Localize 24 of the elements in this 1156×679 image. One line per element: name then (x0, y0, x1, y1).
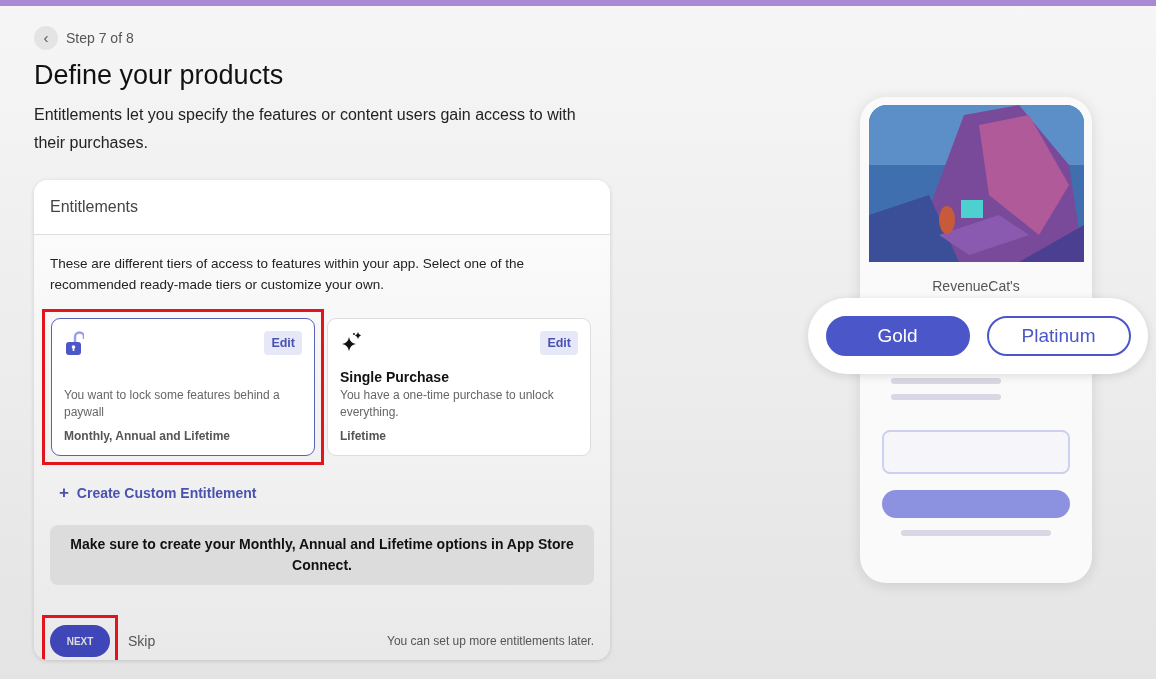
tier-pill[interactable]: Platinum (986, 316, 1131, 356)
page-subtitle: Entitlements let you specify the features or content users gain access to with their purchases. (34, 105, 577, 153)
tier-description: You have a one-time purchase to unlock everything. (340, 387, 555, 421)
intro-text: These are different tiers of access to features within your app. Select one of the recommended ready-made tiers or customize your own. (50, 255, 526, 294)
tier-products: Lifetime (340, 429, 387, 443)
footnote-text: You can set up more entitlements later. (387, 634, 594, 648)
back-button[interactable]: ‹ (34, 26, 58, 50)
next-button[interactable]: NEXT (50, 625, 110, 657)
edit-button[interactable]: Edit (264, 331, 302, 355)
tier-pill[interactable]: Gold (825, 316, 970, 356)
tier-card[interactable]: Edit Single Purchase You have a one-time purchase to unlock everything. Lifetime (327, 318, 591, 456)
page-title: Define your products (34, 60, 285, 91)
skip-link[interactable]: Skip (128, 633, 156, 649)
edit-button[interactable]: Edit (540, 331, 578, 355)
tier-description: You want to lock some features behind a paywall (64, 387, 281, 421)
card-title: Entitlements (50, 198, 139, 216)
notice-text: Make sure to create your Monthly, Annual and Lifetime options in App Store Connect. (70, 536, 574, 573)
app-name: RevenueCat's (932, 278, 1020, 294)
step-label: Step 7 of 8 (66, 30, 134, 46)
tier-title: Single Purchase (340, 369, 450, 385)
create-custom-entitlement-link[interactable]: + Create Custom Entitlement (59, 483, 257, 503)
tier-products: Monthly, Annual and Lifetime (64, 429, 231, 443)
tier-card[interactable]: Edit You want to lock some features behind a paywall Monthly, Annual and Lifetime (51, 318, 315, 456)
unlocked-padlock-icon (64, 331, 84, 357)
